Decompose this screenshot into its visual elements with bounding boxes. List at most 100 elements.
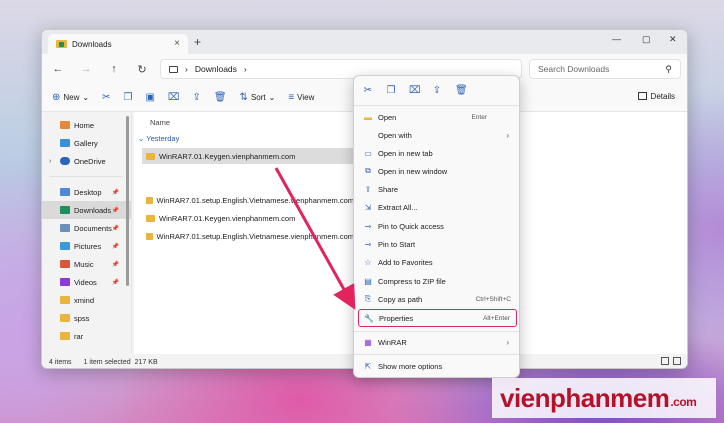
new-tab-button[interactable]: + bbox=[194, 35, 201, 49]
tiles-view-icon[interactable] bbox=[673, 357, 681, 365]
view-toggle[interactable] bbox=[661, 357, 681, 365]
menu-item-label: Add to Favorites bbox=[378, 257, 433, 267]
downloads-folder-icon bbox=[56, 40, 67, 48]
chevron-right-icon[interactable]: › bbox=[49, 158, 51, 165]
rename-icon: ⌧ bbox=[167, 92, 180, 103]
sidebar-item-label: OneDrive bbox=[74, 156, 106, 166]
menu-item-extract-all[interactable]: ⇲ Extract All... bbox=[358, 198, 517, 216]
breadcrumb-chevron-icon[interactable]: › bbox=[185, 64, 188, 74]
folder-icon bbox=[60, 314, 70, 322]
menu-item-label: Open in new tab bbox=[378, 148, 433, 158]
breadcrumb-downloads[interactable]: Downloads bbox=[195, 64, 237, 74]
menu-item-copy-as-path[interactable]: ⎘ Copy as path Ctrl+Shift+C bbox=[358, 290, 517, 308]
pin-icon: 📌 bbox=[111, 225, 119, 232]
menu-item-open[interactable]: ▬ Open Enter bbox=[358, 108, 517, 126]
sidebar-item-desktop[interactable]: Desktop 📌 bbox=[42, 183, 131, 201]
forward-button[interactable]: → bbox=[72, 63, 100, 75]
sidebar-item-label: Music bbox=[74, 259, 94, 269]
back-button[interactable]: ← bbox=[44, 63, 72, 75]
sidebar-item-downloads[interactable]: Downloads 📌 bbox=[42, 201, 131, 219]
menu-item-compress-zip[interactable]: ▤ Compress to ZIP file bbox=[358, 272, 517, 290]
maximize-button[interactable]: ▢ bbox=[642, 34, 651, 45]
search-input[interactable]: Search Downloads ⚲ bbox=[529, 59, 681, 79]
rename-button[interactable]: ⌧ bbox=[168, 92, 180, 103]
sidebar-item-documents[interactable]: Documents 📌 bbox=[42, 219, 131, 237]
details-view-icon[interactable] bbox=[661, 357, 669, 365]
sidebar-item-rar[interactable]: rar bbox=[42, 327, 131, 345]
file-row[interactable]: WinRAR7.01.setup.English.Vietnamese.vien… bbox=[142, 228, 354, 244]
share-icon[interactable]: ⇪ bbox=[432, 85, 442, 96]
zip-folder-icon bbox=[146, 152, 155, 160]
monitor-icon bbox=[169, 65, 178, 73]
menu-item-share[interactable]: ⇪ Share bbox=[358, 180, 517, 198]
sidebar-item-gallery[interactable]: Gallery bbox=[42, 134, 131, 152]
copy-icon[interactable]: ❐ bbox=[386, 85, 396, 96]
menu-item-show-more-options[interactable]: ⇱ Show more options bbox=[358, 357, 517, 375]
title-bar: Downloads × + — ▢ ✕ bbox=[42, 30, 687, 54]
file-name: WinRAR7.01.Keygen.vienphanmem.com bbox=[159, 151, 296, 161]
folder-open-icon: ▬ bbox=[364, 112, 372, 122]
minimize-button[interactable]: — bbox=[612, 34, 621, 44]
menu-item-pin-start[interactable]: ⊸ Pin to Start bbox=[358, 235, 517, 253]
menu-item-properties[interactable]: 🔧 Properties Alt+Enter bbox=[358, 309, 517, 327]
zip-icon: ▤ bbox=[364, 276, 372, 286]
view-label: View bbox=[297, 93, 315, 102]
view-button[interactable]: ≡ View bbox=[288, 92, 314, 103]
tab-downloads[interactable]: Downloads × bbox=[48, 34, 188, 54]
delete-button[interactable]: 🗑 bbox=[214, 92, 227, 103]
sidebar-item-label: Desktop bbox=[74, 187, 102, 197]
sidebar-item-music[interactable]: Music 📌 bbox=[42, 255, 131, 273]
sidebar-item-onedrive[interactable]: › OneDrive bbox=[42, 152, 131, 170]
pin-icon: 📌 bbox=[111, 243, 119, 250]
share-button[interactable]: ⇪ bbox=[192, 92, 200, 103]
sidebar-item-xmind[interactable]: xmind bbox=[42, 291, 131, 309]
menu-item-label: Pin to Quick access bbox=[378, 221, 444, 231]
pin-icon: 📌 bbox=[111, 189, 119, 196]
cut-button[interactable]: ✂ bbox=[102, 92, 110, 103]
videos-icon bbox=[60, 278, 70, 286]
file-row[interactable]: WinRAR7.01.setup.English.Vietnamese.vien… bbox=[142, 192, 354, 208]
sidebar-item-videos[interactable]: Videos 📌 bbox=[42, 273, 131, 291]
up-button[interactable]: ↑ bbox=[100, 63, 128, 75]
folder-icon bbox=[146, 232, 153, 240]
file-row[interactable]: WinRAR7.01.Keygen.vienphanmem.com bbox=[142, 210, 354, 226]
sort-button[interactable]: ⇅ Sort ⌄ bbox=[240, 92, 276, 103]
context-quick-actions: ✂ ❐ ⌧ ⇪ 🗑 bbox=[354, 76, 519, 106]
file-name: WinRAR7.01.setup.English.Vietnamese.vien… bbox=[156, 195, 354, 205]
trash-icon[interactable]: 🗑 bbox=[455, 85, 468, 96]
menu-item-open-new-tab[interactable]: ▭ Open in new tab bbox=[358, 144, 517, 162]
breadcrumb-chevron-icon[interactable]: › bbox=[244, 64, 247, 74]
group-header-yesterday[interactable]: ⌄ Yesterday bbox=[138, 134, 179, 143]
copy-button[interactable]: ❐ bbox=[124, 92, 133, 103]
menu-item-open-new-window[interactable]: ⧉ Open in new window bbox=[358, 162, 517, 180]
menu-item-winrar[interactable]: ▦ WinRAR › bbox=[358, 333, 517, 351]
details-button[interactable]: Details bbox=[637, 92, 675, 101]
zip-folder-icon bbox=[146, 196, 153, 204]
rename-icon[interactable]: ⌧ bbox=[409, 85, 421, 96]
tab-title: Downloads bbox=[72, 39, 112, 49]
downloads-icon bbox=[60, 206, 70, 214]
new-button[interactable]: ⊕ New ⌄ bbox=[52, 92, 89, 103]
chevron-down-icon: ⌄ bbox=[268, 93, 276, 102]
sidebar-item-label: spss bbox=[74, 313, 90, 323]
menu-item-pin-quick-access[interactable]: ⊸ Pin to Quick access bbox=[358, 217, 517, 235]
menu-item-add-favorites[interactable]: ☆ Add to Favorites bbox=[358, 253, 517, 271]
column-header-name[interactable]: Name bbox=[150, 118, 170, 127]
pictures-icon bbox=[60, 242, 70, 250]
close-window-button[interactable]: ✕ bbox=[669, 34, 677, 45]
sidebar-item-spss[interactable]: spss bbox=[42, 309, 131, 327]
menu-item-shortcut: Enter bbox=[471, 113, 487, 121]
sidebar-item-pictures[interactable]: Pictures 📌 bbox=[42, 237, 131, 255]
cut-icon[interactable]: ✂ bbox=[363, 85, 373, 96]
tab-close-icon[interactable]: × bbox=[174, 38, 180, 49]
paste-button[interactable]: ▣ bbox=[145, 92, 154, 103]
file-name: WinRAR7.01.setup.English.Vietnamese.vien… bbox=[156, 231, 354, 241]
refresh-button[interactable]: ↻ bbox=[128, 63, 156, 76]
menu-item-open-with[interactable]: Open with › bbox=[358, 126, 517, 144]
file-row[interactable]: WinRAR7.01.Keygen.vienphanmem.com bbox=[142, 148, 354, 164]
share-icon: ⇪ bbox=[192, 92, 201, 103]
pin-icon: ⊸ bbox=[364, 239, 372, 249]
sidebar-item-home[interactable]: Home bbox=[42, 116, 131, 134]
sidebar-scrollbar[interactable] bbox=[126, 116, 129, 286]
group-label: Yesterday bbox=[146, 134, 180, 143]
